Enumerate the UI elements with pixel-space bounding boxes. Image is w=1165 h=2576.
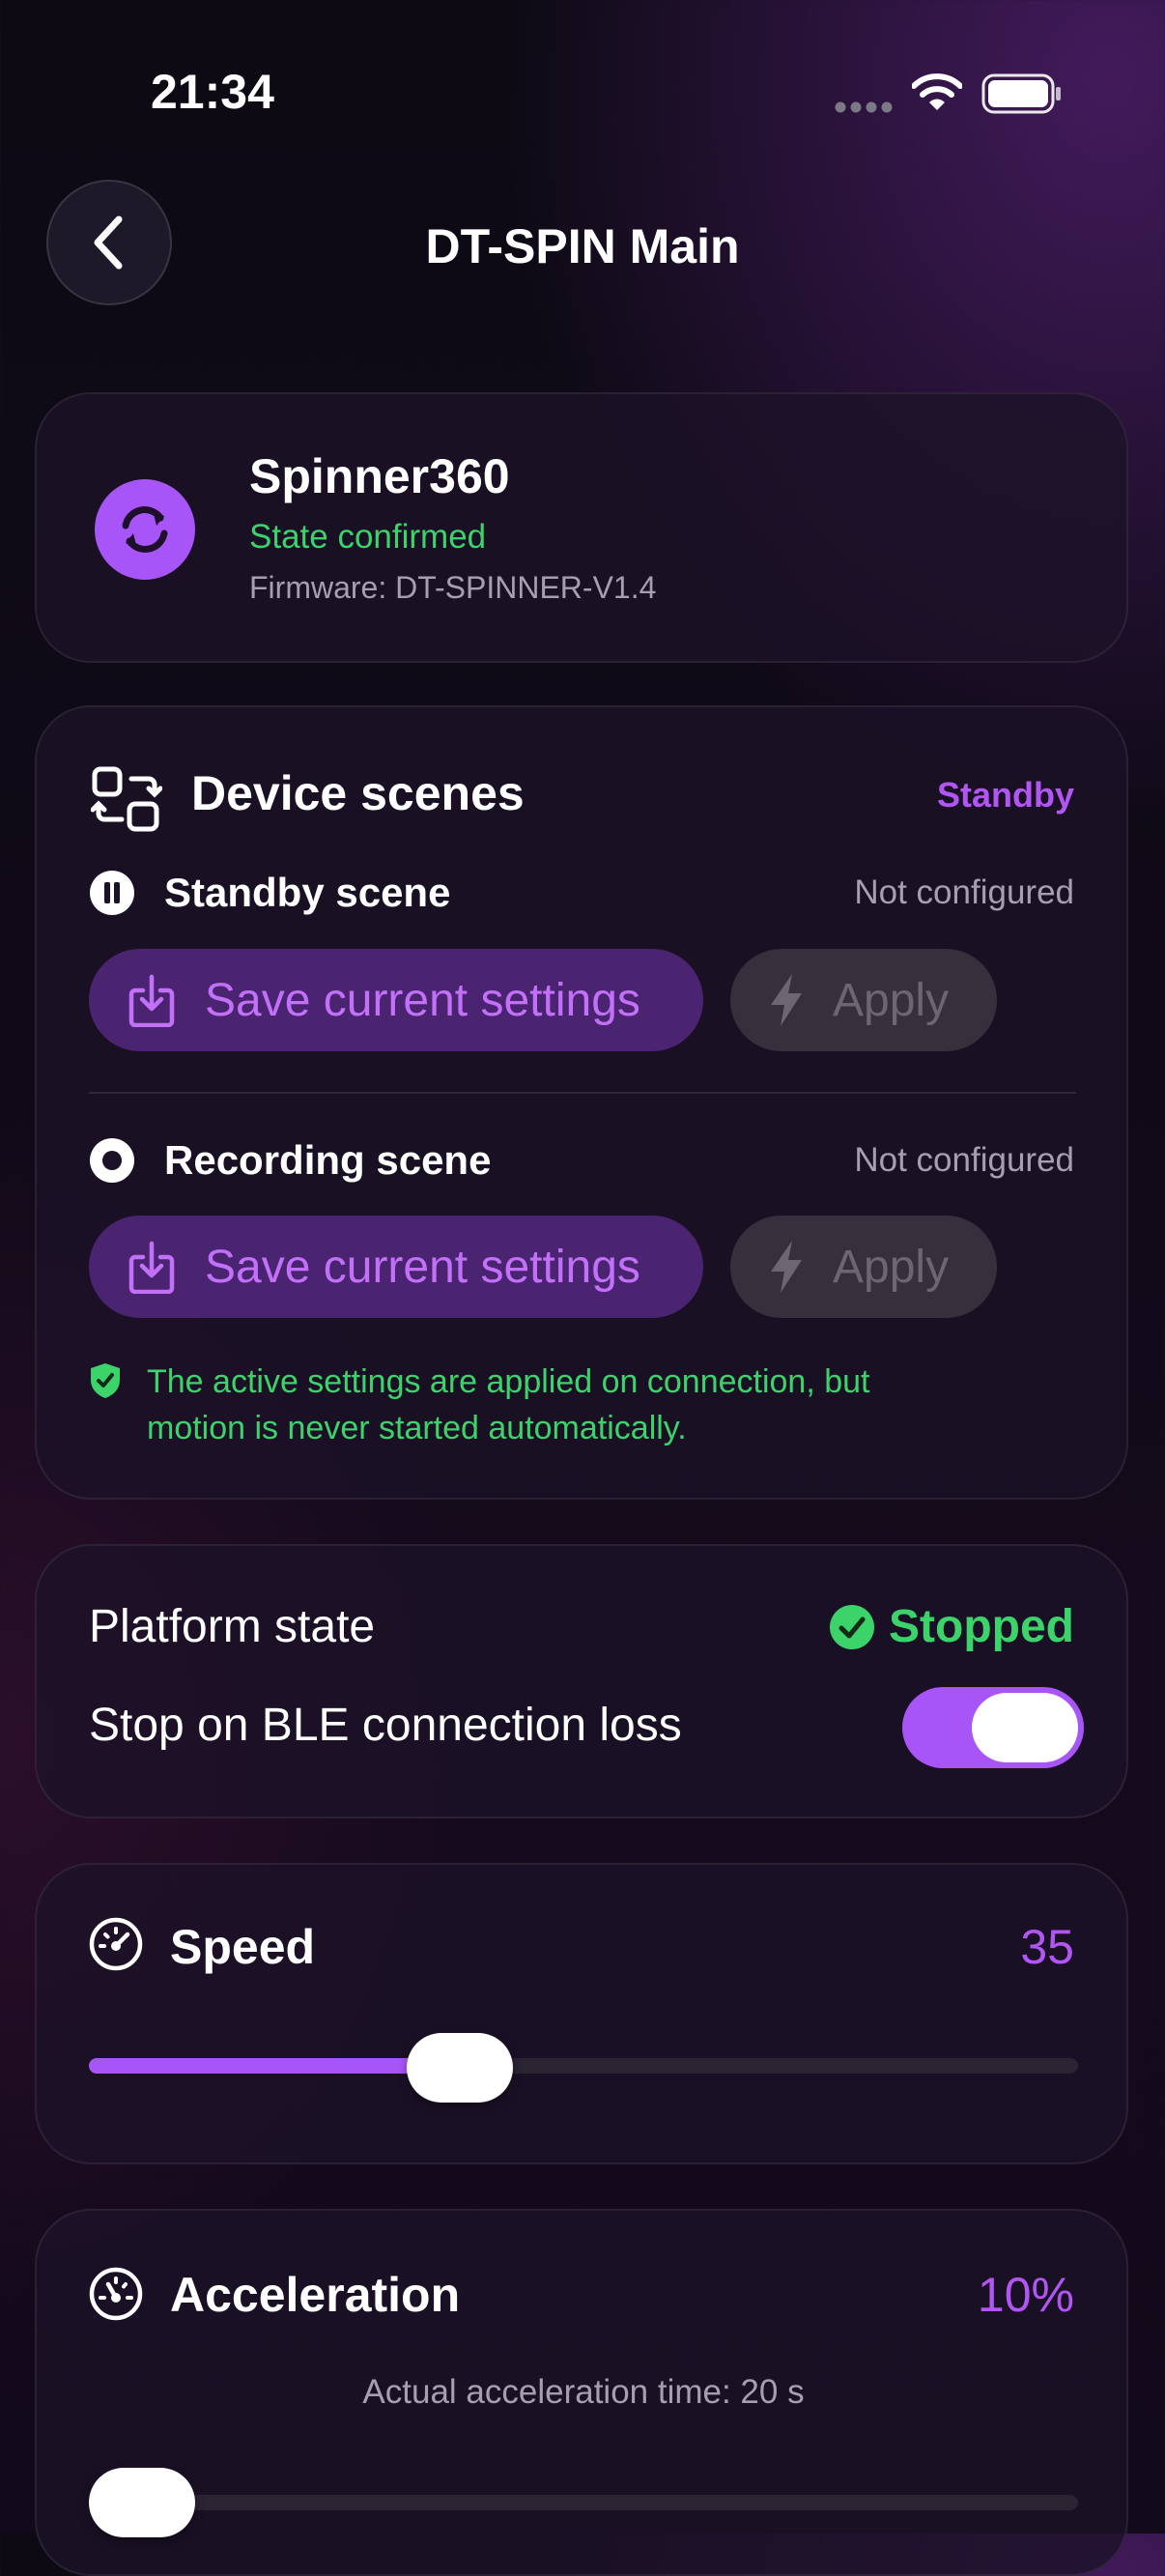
stop-on-loss-toggle[interactable]: [902, 1687, 1084, 1768]
standby-save-button[interactable]: Save current settings: [89, 949, 703, 1051]
signal-icon: [835, 100, 895, 119]
recording-apply-button[interactable]: Apply: [730, 1216, 997, 1318]
recording-scene-label: Recording scene: [164, 1137, 492, 1183]
device-firmware: Firmware: DT-SPINNER-V1.4: [249, 570, 657, 605]
recording-save-button[interactable]: Save current settings: [89, 1216, 703, 1318]
status-bar: 21:34: [0, 0, 1165, 119]
device-card: Spinner360 State confirmed Firmware: DT-…: [35, 392, 1128, 663]
speed-slider-thumb[interactable]: [407, 2033, 514, 2103]
check-circle-icon: [829, 1604, 875, 1655]
standby-apply-button[interactable]: Apply: [730, 949, 997, 1051]
lightning-icon: [771, 974, 802, 1026]
acceleration-slider-thumb[interactable]: [89, 2468, 195, 2537]
gauge-icon: [89, 2267, 143, 2326]
device-name: Spinner360: [249, 449, 510, 503]
download-icon: [128, 974, 175, 1027]
acceleration-card: Acceleration 10% Actual acceleration tim…: [35, 2209, 1128, 2576]
speedometer-icon: [89, 1917, 143, 1976]
acceleration-value: 10%: [977, 2268, 1074, 2322]
recording-apply-label: Apply: [833, 1241, 950, 1293]
speed-slider-track[interactable]: [89, 2058, 1078, 2074]
scenes-card: Device scenes Standby Standby scene Not …: [35, 705, 1128, 1500]
scenes-note-line-1: The active settings are applied on conne…: [147, 1363, 870, 1400]
scene-divider: [89, 1092, 1076, 1094]
stop-on-loss-label: Stop on BLE connection loss: [89, 1700, 682, 1751]
standby-scene-label: Standby scene: [164, 870, 451, 915]
scenes-icon: [90, 765, 163, 838]
download-icon: [128, 1241, 175, 1294]
page-title: DT-SPIN Main: [425, 219, 740, 273]
active-scene-badge: Standby: [936, 775, 1074, 815]
status-time: 21:34: [151, 65, 274, 119]
standby-save-label: Save current settings: [205, 974, 640, 1026]
scenes-note-line-2: motion is never started automatically.: [147, 1410, 687, 1446]
recording-scene-status: Not configured: [854, 1141, 1074, 1179]
standby-apply-label: Apply: [833, 974, 950, 1026]
toggle-knob: [972, 1693, 1078, 1762]
lightning-icon: [771, 1241, 802, 1293]
sync-icon: [122, 506, 168, 553]
speed-slider-fill: [89, 2058, 461, 2074]
battery-icon: [981, 73, 1063, 119]
shield-check-icon: [89, 1362, 122, 1404]
scenes-title: Device scenes: [191, 766, 525, 820]
recording-save-label: Save current settings: [205, 1241, 640, 1293]
standby-scene-status: Not configured: [854, 873, 1074, 911]
speed-card: Speed 35: [35, 1863, 1128, 2164]
record-icon: [89, 1137, 135, 1188]
speed-value: 35: [1020, 1920, 1074, 1974]
speed-label: Speed: [170, 1920, 316, 1974]
acceleration-slider-track[interactable]: [89, 2495, 1078, 2510]
platform-card: Platform state Stopped Stop on BLE conne…: [35, 1544, 1128, 1818]
scenes-note: The active settings are applied on conne…: [147, 1359, 869, 1451]
platform-state-label: Platform state: [89, 1601, 376, 1652]
platform-state-value: Stopped: [889, 1601, 1074, 1652]
device-avatar: [95, 479, 195, 580]
acceleration-time: Actual acceleration time: 20 s: [362, 2373, 805, 2411]
pause-icon: [89, 870, 135, 921]
device-state: State confirmed: [249, 518, 487, 556]
wifi-icon: [911, 73, 963, 117]
acceleration-label: Acceleration: [170, 2268, 461, 2322]
